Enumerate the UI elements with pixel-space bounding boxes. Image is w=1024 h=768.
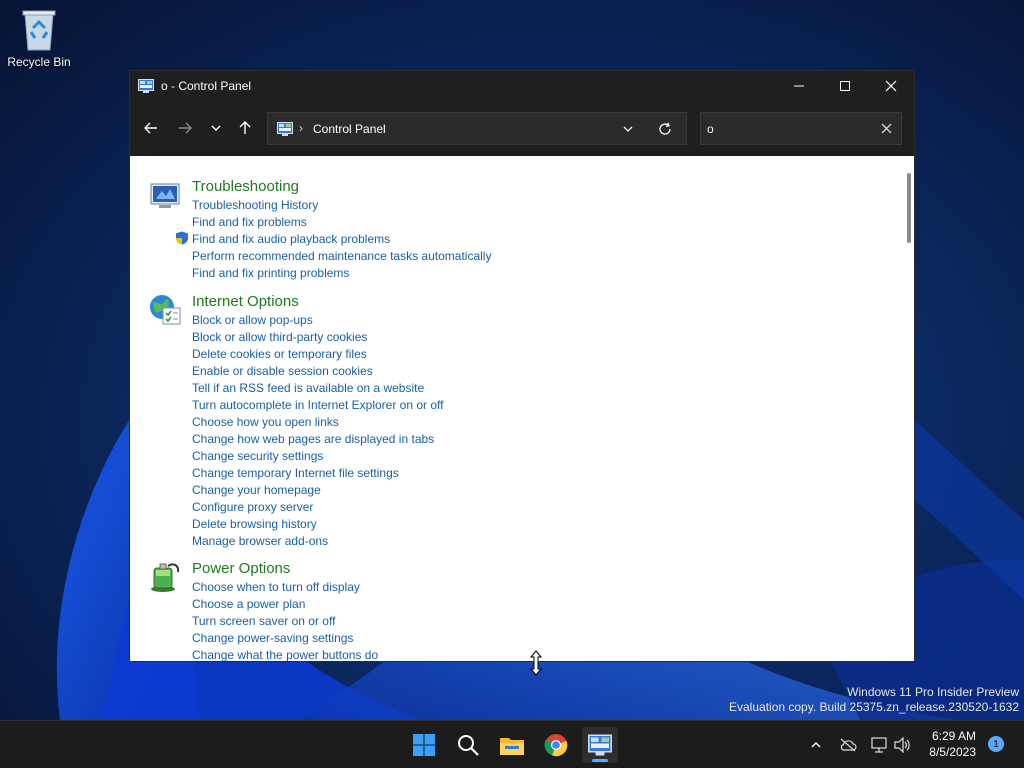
taskbar-search-button[interactable] — [450, 727, 486, 763]
forward-button[interactable] — [174, 117, 196, 139]
task-link[interactable]: Block or allow pop-ups — [192, 312, 443, 329]
power-options-icon — [151, 563, 180, 592]
back-arrow-icon — [144, 122, 157, 134]
search-results: Troubleshooting Troubleshooting History … — [130, 156, 914, 661]
watermark-line-1: Windows 11 Pro Insider Preview — [847, 685, 1019, 699]
task-link[interactable]: Change temporary Internet file settings — [192, 465, 443, 482]
maximize-icon — [840, 81, 850, 91]
recycle-bin-shortcut[interactable]: Recycle Bin — [4, 8, 74, 69]
task-link[interactable]: Choose how you open links — [192, 414, 443, 431]
up-button[interactable] — [234, 117, 256, 139]
control-panel-icon — [588, 734, 612, 756]
address-bar[interactable]: › Control Panel — [267, 112, 687, 145]
notification-badge[interactable]: 1 — [988, 736, 1004, 752]
task-link[interactable]: Troubleshooting History — [192, 197, 491, 214]
running-indicator — [592, 759, 608, 762]
group-title[interactable]: Troubleshooting — [192, 178, 299, 196]
task-link[interactable]: Change power-saving settings — [192, 630, 378, 647]
file-explorer-button[interactable] — [494, 727, 530, 763]
recycle-bin-label: Recycle Bin — [7, 55, 71, 69]
clock-date: 8/5/2023 — [929, 745, 976, 759]
task-link[interactable]: Turn screen saver on or off — [192, 613, 378, 630]
breadcrumb-separator-icon: › — [299, 121, 303, 135]
search-box[interactable]: o — [700, 112, 902, 145]
group-title[interactable]: Power Options — [192, 560, 290, 578]
window-title: o - Control Panel — [161, 79, 252, 93]
task-link[interactable]: Configure proxy server — [192, 499, 443, 516]
uac-shield-icon — [176, 231, 188, 245]
network-icon — [871, 737, 887, 753]
task-link[interactable]: Tell if an RSS feed is available on a we… — [192, 380, 443, 397]
clock[interactable]: 6:29 AM 8/5/2023 — [924, 728, 976, 760]
group-title[interactable]: Internet Options — [192, 293, 299, 311]
cloud-off-icon — [840, 738, 857, 752]
task-list: Troubleshooting History Find and fix pro… — [176, 197, 491, 282]
chrome-icon — [544, 734, 568, 757]
task-label: Find and fix audio playback problems — [192, 232, 391, 246]
task-list: Block or allow pop-ups Block or allow th… — [192, 312, 443, 550]
minimize-icon — [794, 85, 804, 87]
task-link[interactable]: Choose when to turn off display — [192, 579, 378, 596]
task-link[interactable]: Change security settings — [192, 448, 443, 465]
task-link[interactable]: Change how web pages are displayed in ta… — [192, 431, 443, 448]
evaluation-watermark: Windows 11 Pro Insider Preview Evaluatio… — [729, 685, 1019, 715]
task-link[interactable]: Manage browser add-ons — [192, 533, 443, 550]
onedrive-tray[interactable] — [838, 735, 858, 755]
address-dropdown-icon[interactable] — [622, 123, 634, 135]
close-button[interactable] — [868, 71, 914, 101]
taskbar: 6:29 AM 8/5/2023 1 — [0, 720, 1024, 768]
network-tray[interactable] — [870, 735, 890, 755]
control-panel-taskbar-button[interactable] — [582, 727, 618, 763]
start-button[interactable] — [406, 727, 442, 763]
vertical-scrollbar[interactable] — [907, 173, 911, 243]
title-bar[interactable]: o - Control Panel — [130, 71, 914, 101]
task-link[interactable]: Change what the power buttons do — [192, 647, 378, 661]
chevron-up-icon — [811, 742, 821, 748]
minimize-button[interactable] — [776, 71, 822, 101]
control-panel-icon — [138, 79, 154, 93]
task-link[interactable]: Find and fix problems — [192, 214, 491, 231]
search-input[interactable]: o — [707, 122, 714, 136]
task-link[interactable]: Delete browsing history — [192, 516, 443, 533]
up-arrow-icon — [239, 121, 251, 134]
task-link-with-shield[interactable]: Find and fix audio playback problems — [176, 231, 491, 248]
breadcrumb[interactable]: Control Panel — [313, 122, 386, 136]
task-link[interactable]: Enable or disable session cookies — [192, 363, 443, 380]
task-link[interactable]: Change your homepage — [192, 482, 443, 499]
volume-icon — [894, 737, 910, 753]
task-link[interactable]: Block or allow third-party cookies — [192, 329, 443, 346]
maximize-button[interactable] — [822, 71, 868, 101]
show-hidden-icons-button[interactable] — [806, 735, 826, 755]
file-explorer-icon — [500, 738, 524, 755]
control-panel-window: o - Control Panel › Control Panel o Trou… — [129, 70, 915, 662]
chevron-down-icon — [211, 125, 221, 131]
volume-tray[interactable] — [893, 735, 913, 755]
search-icon — [458, 735, 479, 756]
recycle-bin-icon — [22, 10, 56, 51]
chrome-button[interactable] — [538, 727, 574, 763]
resize-cursor-icon — [529, 650, 543, 676]
task-link[interactable]: Turn autocomplete in Internet Explorer o… — [192, 397, 443, 414]
clear-search-icon[interactable] — [881, 123, 892, 134]
task-link[interactable]: Choose a power plan — [192, 596, 378, 613]
task-link[interactable]: Perform recommended maintenance tasks au… — [192, 248, 491, 265]
start-icon — [413, 734, 435, 756]
close-icon — [885, 80, 897, 92]
task-link[interactable]: Delete cookies or temporary files — [192, 346, 443, 363]
navigation-bar: › Control Panel o — [130, 101, 914, 156]
troubleshooting-icon — [150, 183, 180, 208]
watermark-line-2: Evaluation copy. Build 25375.zn_release.… — [729, 700, 1019, 714]
task-link[interactable]: Find and fix printing problems — [192, 265, 491, 282]
task-list: Choose when to turn off display Choose a… — [192, 579, 378, 661]
recent-locations-button[interactable] — [205, 117, 227, 139]
forward-arrow-icon — [179, 122, 192, 134]
control-panel-icon — [277, 122, 293, 136]
internet-options-icon — [150, 295, 181, 325]
refresh-icon[interactable] — [658, 122, 672, 136]
back-button[interactable] — [140, 117, 162, 139]
clock-time: 6:29 AM — [931, 729, 976, 743]
